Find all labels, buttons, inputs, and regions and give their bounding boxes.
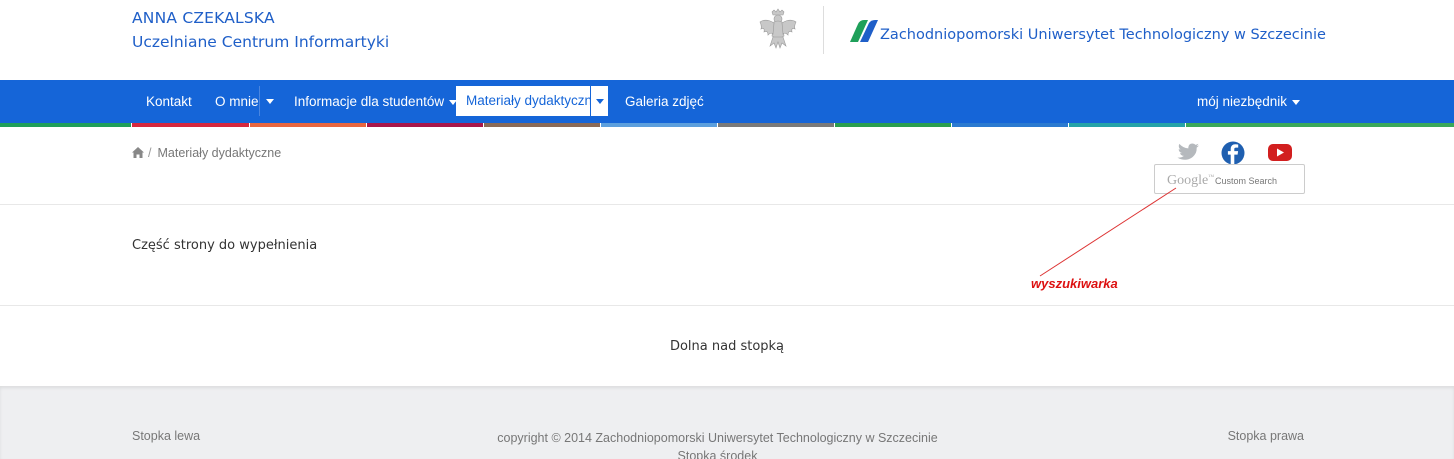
owner-unit[interactable]: Uczelniane Centrum Informartyki	[132, 31, 389, 53]
footer-copyright: copyright © 2014 Zachodniopomorski Uniwe…	[497, 431, 938, 445]
o-mnie-dropdown-toggle[interactable]	[261, 86, 279, 116]
google-brand-text: Google	[1167, 173, 1209, 188]
home-icon[interactable]	[132, 147, 144, 158]
nav-color-stripe	[132, 123, 249, 127]
footer-left: Stopka lewa	[132, 429, 201, 443]
nav-color-stripe	[484, 123, 600, 127]
main-nav: Kontakt O mnie Informacje dla studentów …	[0, 80, 1454, 123]
prefooter-text: Dolna nad stopką	[669, 339, 785, 354]
nav-item-galeria[interactable]: Galeria zdjęć	[625, 80, 704, 123]
nav-color-stripe	[835, 123, 951, 127]
breadcrumb: / Materiały dydaktyczne	[132, 146, 281, 160]
nav-item-moj-niezbednik[interactable]: mój niezbędnik	[1197, 80, 1301, 123]
caret-down-icon	[596, 99, 604, 104]
nav-item-o-mnie[interactable]: O mnie	[215, 80, 259, 123]
nav-color-stripe	[0, 123, 131, 127]
nav-color-stripe	[601, 123, 717, 127]
header-divider	[823, 6, 824, 54]
nav-color-stripe	[718, 123, 834, 127]
search-placeholder: Custom Search	[1215, 176, 1278, 186]
content-placeholder-text: Część strony do wypełnienia	[132, 238, 318, 253]
nav-color-stripe	[1069, 123, 1185, 127]
nav-split-divider	[259, 86, 260, 116]
facebook-icon[interactable]	[1221, 141, 1247, 165]
annotation-label: wyszukiwarka	[1031, 276, 1118, 291]
nav-item-materialy[interactable]: Materiały dydaktyczne	[456, 86, 600, 116]
youtube-icon[interactable]	[1267, 141, 1293, 165]
google-brand: Google™	[1167, 173, 1214, 189]
university-name[interactable]: Zachodniopomorski Uniwersytet Technologi…	[880, 27, 1326, 43]
nav-item-moj-niezbednik-label: mój niezbędnik	[1197, 94, 1288, 109]
nav-color-stripe	[952, 123, 1068, 127]
zut-logo-icon[interactable]	[848, 20, 878, 42]
owner-block[interactable]: ANNA CZEKALSKA Uczelniane Centrum Inform…	[132, 8, 389, 53]
nav-color-stripe	[250, 123, 366, 127]
polish-eagle-emblem-icon	[759, 8, 797, 49]
footer-middle-text: Stopka środek	[677, 449, 758, 459]
nav-color-stripe	[1186, 123, 1454, 127]
materialy-dropdown-toggle[interactable]	[590, 86, 608, 116]
nav-item-kontakt[interactable]: Kontakt	[146, 80, 192, 123]
section-divider	[0, 204, 1454, 205]
breadcrumb-separator: /	[148, 146, 152, 160]
footer-middle: copyright © 2014 Zachodniopomorski Uniwe…	[460, 429, 975, 459]
google-custom-search-input[interactable]: Google™ Custom Search	[1154, 164, 1305, 194]
owner-name[interactable]: ANNA CZEKALSKA	[132, 8, 389, 28]
caret-down-icon	[1292, 99, 1301, 105]
site-footer: Stopka lewa copyright © 2014 Zachodniopo…	[0, 386, 1454, 459]
site-header: ANNA CZEKALSKA Uczelniane Centrum Inform…	[0, 0, 1454, 80]
caret-down-icon	[266, 99, 274, 104]
google-trademark: ™	[1208, 174, 1215, 181]
twitter-icon[interactable]	[1175, 141, 1201, 165]
nav-item-informacje[interactable]: Informacje dla studentów	[294, 80, 458, 123]
breadcrumb-current: Materiały dydaktyczne	[157, 146, 282, 160]
nav-color-stripe	[367, 123, 483, 127]
section-divider	[0, 305, 1454, 306]
footer-right: Stopka prawa	[1227, 429, 1304, 443]
nav-item-informacje-label: Informacje dla studentów	[294, 94, 445, 109]
